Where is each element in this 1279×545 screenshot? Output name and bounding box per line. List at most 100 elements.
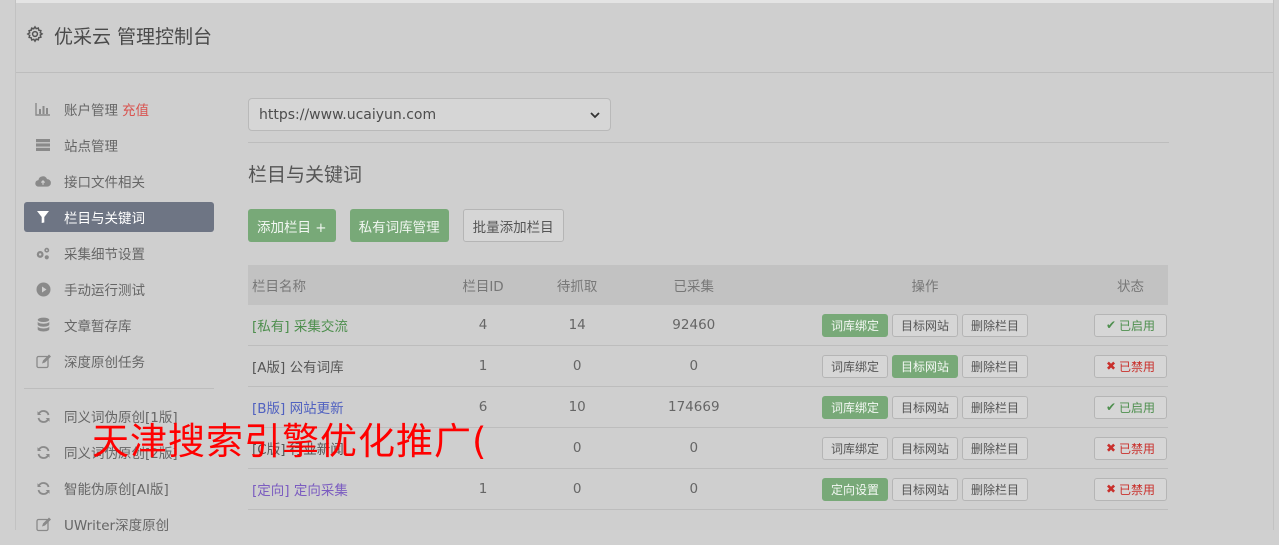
sidebar-item-article-store[interactable]: 文章暂存库 xyxy=(24,310,214,340)
status-toggle-button[interactable]: ✔ 已启用 xyxy=(1094,395,1167,419)
sidebar-item-label: 智能伪原创[AI版] xyxy=(64,482,169,498)
target-site-button[interactable]: 目标网站 xyxy=(892,477,959,501)
lib-bind-button[interactable]: 定向设置 xyxy=(822,477,889,501)
lib-bind-button[interactable]: 词库绑定 xyxy=(822,354,889,378)
lib-bind-button[interactable]: 词库绑定 xyxy=(822,313,889,337)
ops-cell: 词库绑定 目标网站 删除栏目 xyxy=(757,427,1093,469)
sidebar-item-manual-run[interactable]: 手动运行测试 xyxy=(24,274,214,304)
collected-count: 174669 xyxy=(630,386,758,428)
col-header-status: 状态 xyxy=(1093,265,1168,305)
pending-count[interactable]: 10 xyxy=(523,386,631,428)
page-title: 优采云 管理控制台 xyxy=(54,26,213,48)
pending-count[interactable]: 0 xyxy=(523,427,631,469)
target-site-button[interactable]: 目标网站 xyxy=(892,354,959,378)
check-icon: ✔ xyxy=(1105,400,1117,414)
col-header-pending: 待抓取 xyxy=(523,265,631,305)
chevron-down-icon xyxy=(590,107,600,123)
status-toggle-button[interactable]: ✖ 已禁用 xyxy=(1094,354,1167,378)
sidebar-item-columns-keywords[interactable]: 栏目与关键词 xyxy=(24,202,214,232)
column-name[interactable]: 公有词库 xyxy=(290,360,344,376)
sidebar-item-ai-original[interactable]: 智能伪原创[AI版] xyxy=(24,473,214,503)
sidebar-item-label: 深度原创任务 xyxy=(64,355,145,371)
column-name[interactable]: 定向采集 xyxy=(294,483,348,499)
sidebar-divider xyxy=(24,388,214,389)
target-site-button[interactable]: 目标网站 xyxy=(892,395,959,419)
section-title: 栏目与关键词 xyxy=(248,164,363,186)
database-icon xyxy=(35,317,51,333)
refresh-icon xyxy=(35,408,51,424)
action-buttons: 添加栏目 + 私有词库管理 批量添加栏目 xyxy=(248,209,1169,242)
site-select-value: https://www.ucaiyun.com xyxy=(259,106,437,123)
server-icon xyxy=(35,137,51,153)
close-icon: ✖ xyxy=(1105,441,1117,455)
play-circle-icon xyxy=(35,281,51,297)
delete-column-button[interactable]: 删除栏目 xyxy=(962,395,1029,419)
target-site-button[interactable]: 目标网站 xyxy=(892,313,959,337)
sidebar-item-label: 采集细节设置 xyxy=(64,247,145,263)
delete-column-button[interactable]: 删除栏目 xyxy=(962,313,1029,337)
ops-cell: 词库绑定 目标网站 删除栏目 xyxy=(757,386,1093,428)
pending-count[interactable]: 14 xyxy=(523,305,631,346)
status-toggle-button[interactable]: ✖ 已禁用 xyxy=(1094,477,1167,501)
site-select[interactable]: https://www.ucaiyun.com xyxy=(248,98,611,131)
lib-bind-button[interactable]: 词库绑定 xyxy=(822,436,889,460)
sidebar-item-label: 文章暂存库 xyxy=(64,319,132,335)
ops-cell: 词库绑定 目标网站 删除栏目 xyxy=(757,345,1093,387)
column-tag: [定向] xyxy=(252,483,290,499)
status-cell: ✔ 已启用 xyxy=(1093,305,1168,346)
divider xyxy=(248,142,1169,143)
column-name[interactable]: 采集交流 xyxy=(294,319,348,335)
check-icon: ✔ xyxy=(1105,318,1117,332)
status-cell: ✖ 已禁用 xyxy=(1093,427,1168,469)
table-row: [A版] 公有词库 1 0 0 词库绑定 目标网站 删除栏目 ✖ 已禁用 xyxy=(248,345,1168,387)
sidebar-item-uwriter[interactable]: UWriter深度原创 xyxy=(24,509,214,539)
sidebar-item-collect-settings[interactable]: 采集细节设置 xyxy=(24,238,214,268)
status-label: 已启用 xyxy=(1119,318,1156,333)
col-header-collected: 已采集 xyxy=(630,265,758,305)
column-name-cell: [定向] 定向采集 xyxy=(248,468,443,510)
gear-icon xyxy=(26,25,44,43)
bar-chart-icon xyxy=(35,101,51,117)
sidebar-item-deep-original[interactable]: 深度原创任务 xyxy=(24,346,214,376)
recharge-link[interactable]: 充值 xyxy=(122,99,149,119)
col-header-id: 栏目ID xyxy=(442,265,524,305)
gears-icon xyxy=(35,245,51,261)
private-lib-button[interactable]: 私有词库管理 xyxy=(349,209,449,242)
pending-count[interactable]: 0 xyxy=(523,345,631,387)
sidebar-item-account[interactable]: 账户管理 充值 xyxy=(24,94,214,124)
status-toggle-button[interactable]: ✔ 已启用 xyxy=(1094,313,1167,337)
delete-column-button[interactable]: 删除栏目 xyxy=(962,436,1029,460)
collected-count: 92460 xyxy=(630,305,758,346)
delete-column-button[interactable]: 删除栏目 xyxy=(962,354,1029,378)
column-name-cell: [私有] 采集交流 xyxy=(248,305,443,346)
column-tag: [A版] xyxy=(252,360,286,376)
columns-table: 栏目名称 栏目ID 待抓取 已采集 操作 状态 [私有] 采集交流 4 14 9246… xyxy=(248,265,1168,510)
ops-cell: 定向设置 目标网站 删除栏目 xyxy=(757,468,1093,510)
add-column-button[interactable]: 添加栏目 + xyxy=(248,209,336,242)
sidebar-item-label: 手动运行测试 xyxy=(64,283,145,299)
sidebar-item-label: UWriter深度原创 xyxy=(64,518,170,534)
sidebar-item-sites[interactable]: 站点管理 xyxy=(24,130,214,160)
sidebar-item-label: 账户管理 xyxy=(64,103,118,119)
sidebar: 账户管理 充值 站点管理 接口文件相关 栏目与关键词 采集细节设置 手动运行测试… xyxy=(24,94,214,545)
column-id: 4 xyxy=(442,305,524,346)
column-tag: [私有] xyxy=(252,319,290,335)
column-id: 1 xyxy=(442,468,524,510)
refresh-icon xyxy=(35,480,51,496)
sidebar-item-label: 栏目与关键词 xyxy=(64,211,145,227)
status-toggle-button[interactable]: ✖ 已禁用 xyxy=(1094,436,1167,460)
lib-bind-button[interactable]: 词库绑定 xyxy=(822,395,889,419)
column-name-cell: [A版] 公有词库 xyxy=(248,345,443,387)
status-cell: ✖ 已禁用 xyxy=(1093,468,1168,510)
pending-count[interactable]: 0 xyxy=(523,468,631,510)
status-label: 已禁用 xyxy=(1119,359,1156,374)
sidebar-item-label: 接口文件相关 xyxy=(64,175,145,191)
batch-add-button[interactable]: 批量添加栏目 xyxy=(462,209,564,242)
collected-count: 0 xyxy=(630,345,758,387)
delete-column-button[interactable]: 删除栏目 xyxy=(962,477,1029,501)
status-label: 已禁用 xyxy=(1119,482,1156,497)
sidebar-item-interface-files[interactable]: 接口文件相关 xyxy=(24,166,214,196)
col-header-ops: 操作 xyxy=(757,265,1093,305)
target-site-button[interactable]: 目标网站 xyxy=(892,436,959,460)
status-label: 已禁用 xyxy=(1119,441,1156,456)
